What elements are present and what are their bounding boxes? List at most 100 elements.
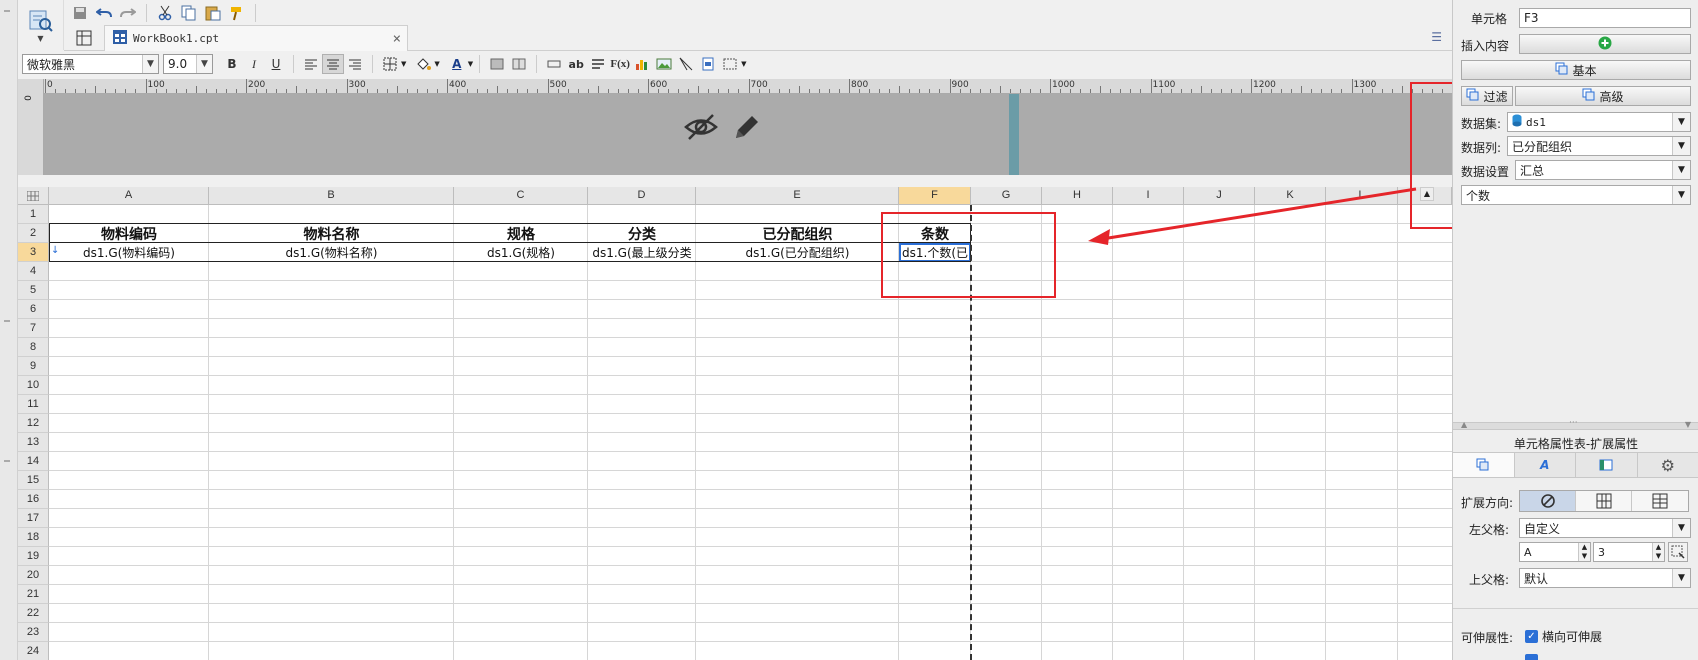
advanced-button[interactable]: 高级 <box>1515 86 1691 106</box>
header-cell-b2[interactable]: 物料名称 <box>209 224 454 243</box>
data-cell-d3[interactable]: ds1.G(最上级分类 <box>588 243 696 262</box>
underline-button[interactable]: U <box>265 54 287 74</box>
row-header-18[interactable]: 18 <box>18 528 49 547</box>
align-right-icon[interactable] <box>344 54 366 74</box>
font-size-select[interactable]: 9.0 ▼ <box>163 54 213 74</box>
format-painter-icon[interactable] <box>225 2 249 24</box>
no-expand-icon[interactable] <box>1520 491 1576 511</box>
column-header-c[interactable]: C <box>454 187 588 205</box>
datacol-select[interactable]: 已分配组织 ▼ <box>1507 136 1691 156</box>
bold-button[interactable]: B <box>221 54 243 74</box>
row-header-2[interactable]: 2 <box>18 224 49 243</box>
chevron-down-icon[interactable]: ▼ <box>1672 161 1690 179</box>
dataset-select[interactable]: ds1 ▼ <box>1507 112 1691 132</box>
column-header-g[interactable]: G <box>971 187 1042 205</box>
insert-content-button[interactable] <box>1519 34 1691 54</box>
left-collapse-strip[interactable] <box>0 0 18 660</box>
row-header-12[interactable]: 12 <box>18 414 49 433</box>
horizontal-expand-icon[interactable] <box>1632 491 1688 511</box>
stretch-horizontal-checkbox[interactable]: ✓ 横向可伸展 <box>1525 628 1602 645</box>
data-cell-c3[interactable]: ds1.G(规格) <box>454 243 588 262</box>
tab-style[interactable]: A <box>1514 453 1576 477</box>
row-header-13[interactable]: 13 <box>18 433 49 452</box>
chevron-down-icon[interactable]: ▼ <box>1672 569 1690 587</box>
column-header-e[interactable]: E <box>696 187 899 205</box>
collapse-down-icon[interactable]: ▼ <box>1685 420 1691 429</box>
left-parent-select[interactable]: 自定义 ▼ <box>1519 518 1691 538</box>
row-header-6[interactable]: 6 <box>18 300 49 319</box>
redo-icon[interactable] <box>116 2 140 24</box>
data-cell-a3[interactable]: ds1.G(物料编码) <box>49 243 209 262</box>
row-header-1[interactable]: 1 <box>18 205 49 224</box>
tab-display[interactable] <box>1576 453 1638 477</box>
align-center-icon[interactable] <box>322 54 344 74</box>
formula-button[interactable]: F(x) <box>609 54 631 74</box>
chevron-down-icon[interactable]: ▼ <box>1672 186 1690 204</box>
preview-button[interactable]: ▼ <box>18 0 64 50</box>
drag-handle-icon[interactable]: ··· <box>1569 418 1578 428</box>
align-left-icon[interactable] <box>300 54 322 74</box>
chevron-down-icon[interactable]: ▼ <box>741 60 746 68</box>
chevron-down-icon[interactable]: ▼ <box>434 60 439 68</box>
tab-list-icon[interactable]: ☰ <box>1431 30 1442 44</box>
image-icon[interactable] <box>653 54 675 74</box>
sub-report-icon[interactable] <box>697 54 719 74</box>
hide-eye-icon[interactable] <box>684 112 718 145</box>
page-header-area[interactable] <box>44 94 1452 175</box>
chevron-down-icon[interactable]: ▼ <box>1672 113 1690 131</box>
row-header-14[interactable]: 14 <box>18 452 49 471</box>
row-header-19[interactable]: 19 <box>18 547 49 566</box>
header-cell-d2[interactable]: 分类 <box>588 224 696 243</box>
checkbox-checked-icon[interactable]: ✓ <box>1525 630 1538 643</box>
text-ab-button[interactable]: ab <box>565 54 587 74</box>
row-header-3[interactable]: 3 <box>18 243 49 262</box>
resize-grip-icon[interactable] <box>4 460 10 462</box>
border-icon[interactable] <box>379 54 401 74</box>
pick-cell-icon[interactable] <box>1668 542 1688 562</box>
column-header-f[interactable]: F <box>899 187 971 205</box>
row-header-11[interactable]: 11 <box>18 395 49 414</box>
row-header-15[interactable]: 15 <box>18 471 49 490</box>
checkbox-checked-icon[interactable] <box>1525 654 1538 660</box>
spinner-arrows-icon[interactable]: ▲ ▼ <box>1652 543 1664 561</box>
save-icon[interactable] <box>68 2 92 24</box>
data-setting-select[interactable]: 汇总 ▼ <box>1515 160 1691 180</box>
row-header-17[interactable]: 17 <box>18 509 49 528</box>
chevron-down-icon[interactable]: ▼ <box>37 34 43 43</box>
new-sheet-icon[interactable] <box>72 27 96 49</box>
merge-cells-icon[interactable] <box>486 54 508 74</box>
row-header-20[interactable]: 20 <box>18 566 49 585</box>
header-cell-a2[interactable]: 物料编码 <box>49 224 209 243</box>
font-color-icon[interactable]: A <box>446 54 468 74</box>
row-header-4[interactable]: 4 <box>18 262 49 281</box>
paste-icon[interactable] <box>201 2 225 24</box>
scroll-up-arrow-icon[interactable]: ▲ <box>1420 187 1434 201</box>
column-header-a[interactable]: A <box>49 187 209 205</box>
chart-icon[interactable] <box>631 54 653 74</box>
basic-button[interactable]: 基本 <box>1461 60 1691 80</box>
spinner-arrows-icon[interactable]: ▲ ▼ <box>1578 543 1590 561</box>
data-cell-e3[interactable]: ds1.G(已分配组织) <box>696 243 899 262</box>
vertical-expand-icon[interactable] <box>1576 491 1632 511</box>
row-header-23[interactable]: 23 <box>18 623 49 642</box>
cell-ref-input[interactable]: F3 <box>1519 8 1691 28</box>
text-cell-icon[interactable] <box>543 54 565 74</box>
row-header-24[interactable]: 24 <box>18 642 49 660</box>
panel-splitter[interactable]: ▲ ··· ▼ <box>1453 418 1698 430</box>
header-cell-f2[interactable]: 条数 <box>899 224 971 243</box>
richtext-icon[interactable] <box>587 54 609 74</box>
collapse-up-icon[interactable]: ▲ <box>1461 420 1467 429</box>
chevron-down-icon[interactable]: ▼ <box>142 55 158 73</box>
undo-icon[interactable] <box>92 2 116 24</box>
header-cell-c2[interactable]: 规格 <box>454 224 588 243</box>
row-header-21[interactable]: 21 <box>18 585 49 604</box>
data-cell-b3[interactable]: ds1.G(物料名称) <box>209 243 454 262</box>
unmerge-cells-icon[interactable] <box>508 54 530 74</box>
close-icon[interactable]: × <box>393 31 401 47</box>
copy-icon[interactable] <box>177 2 201 24</box>
collapse-arrow-icon[interactable] <box>4 320 10 322</box>
chevron-down-icon[interactable]: ▼ <box>1672 137 1690 155</box>
edit-pencil-icon[interactable] <box>732 112 762 145</box>
column-header-b[interactable]: B <box>209 187 454 205</box>
collapse-arrow-icon[interactable] <box>4 10 10 12</box>
